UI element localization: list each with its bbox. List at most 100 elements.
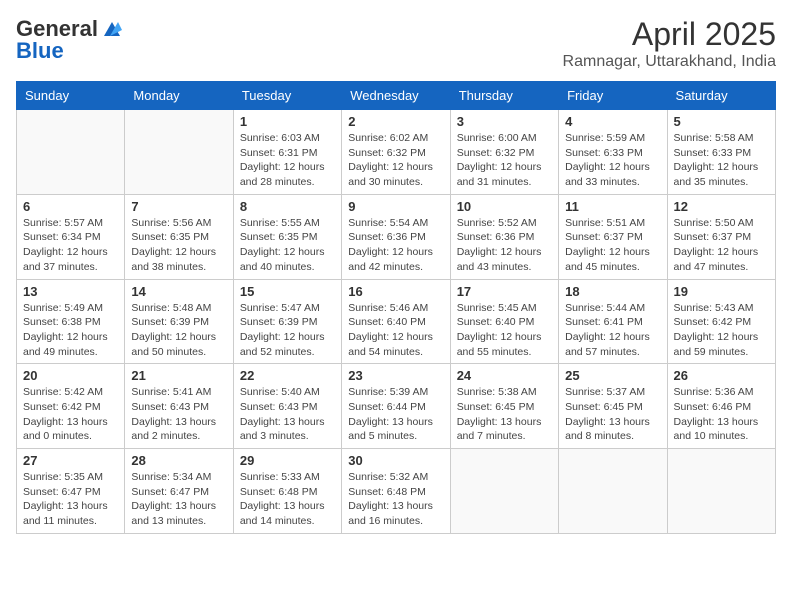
day-info: Sunrise: 5:54 AM Sunset: 6:36 PM Dayligh… bbox=[348, 216, 443, 275]
calendar-cell: 7Sunrise: 5:56 AM Sunset: 6:35 PM Daylig… bbox=[125, 194, 233, 279]
day-info: Sunrise: 5:50 AM Sunset: 6:37 PM Dayligh… bbox=[674, 216, 769, 275]
day-number: 26 bbox=[674, 368, 769, 383]
calendar-cell: 13 Sunrise: 5:49 AM Sunset: 6:38 PM Dayli… bbox=[17, 279, 125, 364]
day-info: Sunrise: 5:45 AM Sunset: 6:40 PM Dayligh… bbox=[457, 301, 552, 360]
calendar-week-row: 1 Sunrise: 6:03 AM Sunset: 6:31 PM Daylig… bbox=[17, 110, 776, 195]
calendar-cell: 24 Sunrise: 5:38 AM Sunset: 6:45 PM Dayli… bbox=[450, 364, 558, 449]
day-info: Sunrise: 5:49 AM Sunset: 6:38 PM Dayligh… bbox=[23, 301, 118, 360]
day-info: Sunrise: 5:57 AM Sunset: 6:34 PM Dayligh… bbox=[23, 216, 118, 275]
day-info: Sunrise: 5:42 AM Sunset: 6:42 PM Dayligh… bbox=[23, 385, 118, 444]
day-number: 30 bbox=[348, 453, 443, 468]
day-number: 11 bbox=[565, 199, 660, 214]
day-info: Sunrise: 5:52 AM Sunset: 6:36 PM Dayligh… bbox=[457, 216, 552, 275]
day-info: Sunrise: 5:35 AM Sunset: 6:47 PM Dayligh… bbox=[23, 470, 118, 529]
logo: General Blue bbox=[16, 16, 124, 64]
logo-icon bbox=[100, 18, 124, 40]
day-info: Sunrise: 5:33 AM Sunset: 6:48 PM Dayligh… bbox=[240, 470, 335, 529]
day-number: 16 bbox=[348, 284, 443, 299]
day-number: 1 bbox=[240, 114, 335, 129]
calendar-cell bbox=[17, 110, 125, 195]
page-subtitle: Ramnagar, Uttarakhand, India bbox=[563, 53, 776, 71]
calendar-cell: 20 Sunrise: 5:42 AM Sunset: 6:42 PM Dayli… bbox=[17, 364, 125, 449]
calendar-cell: 9 Sunrise: 5:54 AM Sunset: 6:36 PM Daylig… bbox=[342, 194, 450, 279]
day-info: Sunrise: 5:59 AM Sunset: 6:33 PM Dayligh… bbox=[565, 131, 660, 190]
calendar-cell: 8 Sunrise: 5:55 AM Sunset: 6:35 PM Daylig… bbox=[233, 194, 341, 279]
logo-blue-text: Blue bbox=[16, 38, 64, 64]
calendar-cell: 25Sunrise: 5:37 AM Sunset: 6:45 PM Dayli… bbox=[559, 364, 667, 449]
day-number: 23 bbox=[348, 368, 443, 383]
calendar-cell: 28 Sunrise: 5:34 AM Sunset: 6:47 PM Dayli… bbox=[125, 449, 233, 534]
calendar-cell: 26Sunrise: 5:36 AM Sunset: 6:46 PM Dayli… bbox=[667, 364, 775, 449]
day-info: Sunrise: 5:55 AM Sunset: 6:35 PM Dayligh… bbox=[240, 216, 335, 275]
calendar-cell: 4 Sunrise: 5:59 AM Sunset: 6:33 PM Daylig… bbox=[559, 110, 667, 195]
calendar-cell: 17 Sunrise: 5:45 AM Sunset: 6:40 PM Dayli… bbox=[450, 279, 558, 364]
day-header-wednesday: Wednesday bbox=[342, 82, 450, 110]
title-area: April 2025 Ramnagar, Uttarakhand, India bbox=[563, 16, 776, 71]
day-header-sunday: Sunday bbox=[17, 82, 125, 110]
day-number: 24 bbox=[457, 368, 552, 383]
day-number: 14 bbox=[131, 284, 226, 299]
day-number: 2 bbox=[348, 114, 443, 129]
calendar-cell: 1 Sunrise: 6:03 AM Sunset: 6:31 PM Daylig… bbox=[233, 110, 341, 195]
day-info: Sunrise: 5:46 AM Sunset: 6:40 PM Dayligh… bbox=[348, 301, 443, 360]
calendar-cell bbox=[125, 110, 233, 195]
day-number: 3 bbox=[457, 114, 552, 129]
day-info: Sunrise: 6:00 AM Sunset: 6:32 PM Dayligh… bbox=[457, 131, 552, 190]
calendar-cell: 22 Sunrise: 5:40 AM Sunset: 6:43 PM Dayli… bbox=[233, 364, 341, 449]
day-info: Sunrise: 5:44 AM Sunset: 6:41 PM Dayligh… bbox=[565, 301, 660, 360]
calendar-cell: 19Sunrise: 5:43 AM Sunset: 6:42 PM Dayli… bbox=[667, 279, 775, 364]
day-info: Sunrise: 5:32 AM Sunset: 6:48 PM Dayligh… bbox=[348, 470, 443, 529]
day-info: Sunrise: 5:39 AM Sunset: 6:44 PM Dayligh… bbox=[348, 385, 443, 444]
day-number: 12 bbox=[674, 199, 769, 214]
calendar-cell: 12 Sunrise: 5:50 AM Sunset: 6:37 PM Dayli… bbox=[667, 194, 775, 279]
day-number: 29 bbox=[240, 453, 335, 468]
calendar-cell: 5 Sunrise: 5:58 AM Sunset: 6:33 PM Daylig… bbox=[667, 110, 775, 195]
day-info: Sunrise: 5:47 AM Sunset: 6:39 PM Dayligh… bbox=[240, 301, 335, 360]
day-number: 19 bbox=[674, 284, 769, 299]
day-header-saturday: Saturday bbox=[667, 82, 775, 110]
day-info: Sunrise: 5:38 AM Sunset: 6:45 PM Dayligh… bbox=[457, 385, 552, 444]
day-info: Sunrise: 6:03 AM Sunset: 6:31 PM Dayligh… bbox=[240, 131, 335, 190]
day-number: 15 bbox=[240, 284, 335, 299]
calendar-cell: 21Sunrise: 5:41 AM Sunset: 6:43 PM Dayli… bbox=[125, 364, 233, 449]
calendar-cell: 30 Sunrise: 5:32 AM Sunset: 6:48 PM Dayli… bbox=[342, 449, 450, 534]
calendar-cell: 14 Sunrise: 5:48 AM Sunset: 6:39 PM Dayli… bbox=[125, 279, 233, 364]
day-info: Sunrise: 5:34 AM Sunset: 6:47 PM Dayligh… bbox=[131, 470, 226, 529]
day-info: Sunrise: 6:02 AM Sunset: 6:32 PM Dayligh… bbox=[348, 131, 443, 190]
day-number: 27 bbox=[23, 453, 118, 468]
page-title: April 2025 bbox=[563, 16, 776, 53]
day-number: 20 bbox=[23, 368, 118, 383]
day-info: Sunrise: 5:48 AM Sunset: 6:39 PM Dayligh… bbox=[131, 301, 226, 360]
calendar-cell bbox=[667, 449, 775, 534]
day-info: Sunrise: 5:56 AM Sunset: 6:35 PM Dayligh… bbox=[131, 216, 226, 275]
day-header-thursday: Thursday bbox=[450, 82, 558, 110]
day-info: Sunrise: 5:40 AM Sunset: 6:43 PM Dayligh… bbox=[240, 385, 335, 444]
day-number: 6 bbox=[23, 199, 118, 214]
day-number: 5 bbox=[674, 114, 769, 129]
day-number: 13 bbox=[23, 284, 118, 299]
calendar-header-row: SundayMondayTuesdayWednesdayThursdayFrid… bbox=[17, 82, 776, 110]
day-number: 17 bbox=[457, 284, 552, 299]
day-header-tuesday: Tuesday bbox=[233, 82, 341, 110]
calendar-cell: 16 Sunrise: 5:46 AM Sunset: 6:40 PM Dayli… bbox=[342, 279, 450, 364]
day-number: 4 bbox=[565, 114, 660, 129]
day-number: 22 bbox=[240, 368, 335, 383]
day-number: 10 bbox=[457, 199, 552, 214]
calendar-cell: 23 Sunrise: 5:39 AM Sunset: 6:44 PM Dayli… bbox=[342, 364, 450, 449]
calendar-week-row: 13 Sunrise: 5:49 AM Sunset: 6:38 PM Dayli… bbox=[17, 279, 776, 364]
calendar-cell: 27 Sunrise: 5:35 AM Sunset: 6:47 PM Dayli… bbox=[17, 449, 125, 534]
day-number: 8 bbox=[240, 199, 335, 214]
day-header-monday: Monday bbox=[125, 82, 233, 110]
calendar-cell bbox=[559, 449, 667, 534]
day-number: 28 bbox=[131, 453, 226, 468]
calendar-table: SundayMondayTuesdayWednesdayThursdayFrid… bbox=[16, 81, 776, 534]
calendar-cell: 29 Sunrise: 5:33 AM Sunset: 6:48 PM Dayli… bbox=[233, 449, 341, 534]
header: General Blue April 2025 Ramnagar, Uttara… bbox=[16, 16, 776, 71]
calendar-cell: 3 Sunrise: 6:00 AM Sunset: 6:32 PM Daylig… bbox=[450, 110, 558, 195]
calendar-cell bbox=[450, 449, 558, 534]
calendar-cell: 2 Sunrise: 6:02 AM Sunset: 6:32 PM Daylig… bbox=[342, 110, 450, 195]
calendar-cell: 18Sunrise: 5:44 AM Sunset: 6:41 PM Dayli… bbox=[559, 279, 667, 364]
day-number: 9 bbox=[348, 199, 443, 214]
calendar-cell: 6 Sunrise: 5:57 AM Sunset: 6:34 PM Daylig… bbox=[17, 194, 125, 279]
day-info: Sunrise: 5:58 AM Sunset: 6:33 PM Dayligh… bbox=[674, 131, 769, 190]
